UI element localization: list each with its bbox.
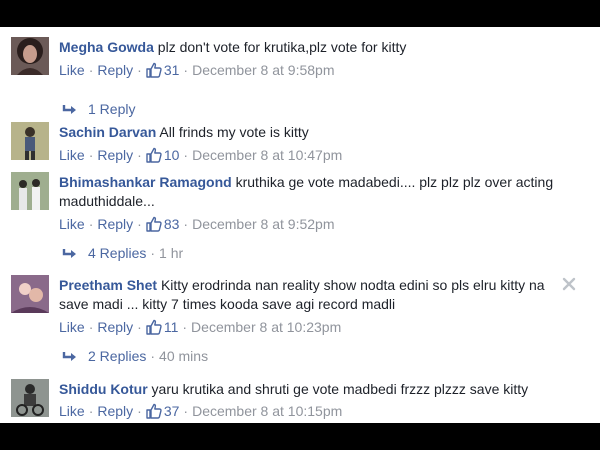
- avatar[interactable]: [11, 172, 49, 210]
- comment-text: Megha Gowda plz don't vote for krutika,p…: [59, 38, 559, 57]
- reply-button[interactable]: Reply: [97, 147, 133, 163]
- replies-count[interactable]: 4 Replies: [88, 245, 146, 261]
- separator: ·: [88, 147, 94, 163]
- reply-button[interactable]: Reply: [97, 62, 133, 78]
- comment-body: plz don't vote for krutika,plz vote for …: [157, 39, 407, 55]
- replies-time: 40 mins: [159, 348, 209, 364]
- separator: ·: [137, 403, 142, 419]
- comment-timestamp[interactable]: December 8 at 10:15pm: [192, 403, 342, 419]
- avatar[interactable]: [11, 379, 49, 417]
- reply-button[interactable]: Reply: [97, 319, 133, 335]
- like-count[interactable]: 37: [164, 403, 180, 419]
- separator: ·: [137, 147, 142, 163]
- separator: ·: [150, 245, 156, 261]
- avatar[interactable]: [11, 37, 49, 75]
- thumbs-up-icon[interactable]: [146, 319, 162, 335]
- replies-count[interactable]: 1 Reply: [88, 101, 135, 117]
- separator: ·: [137, 216, 142, 232]
- reply-button[interactable]: Reply: [97, 403, 133, 419]
- comment-actions: Like · Reply · 83 · December 8 at 9:52pm: [59, 215, 334, 233]
- separator: ·: [183, 147, 189, 163]
- comment-text: Sachin Darvan All frinds my vote is kitt…: [59, 123, 559, 142]
- comment-author[interactable]: Shiddu Kotur: [59, 381, 148, 397]
- like-count[interactable]: 11: [164, 319, 179, 335]
- like-button[interactable]: Like: [59, 216, 85, 232]
- reply-button[interactable]: Reply: [97, 216, 133, 232]
- like-button[interactable]: Like: [59, 62, 85, 78]
- reply-arrow-icon: [62, 248, 78, 260]
- separator: ·: [183, 216, 189, 232]
- reply-arrow-icon: [62, 351, 78, 363]
- like-button[interactable]: Like: [59, 147, 85, 163]
- separator: ·: [183, 62, 189, 78]
- close-icon[interactable]: [562, 277, 576, 291]
- comment-text: Shiddu Kotur yaru krutika and shruti ge …: [59, 380, 559, 399]
- comment-author[interactable]: Bhimashankar Ramagond: [59, 174, 232, 190]
- separator: ·: [88, 216, 94, 232]
- like-button[interactable]: Like: [59, 319, 85, 335]
- comment-author[interactable]: Sachin Darvan: [59, 124, 156, 140]
- separator: ·: [183, 403, 189, 419]
- view-replies-link[interactable]: 4 Replies · 1 hr: [62, 244, 183, 262]
- separator: ·: [88, 403, 94, 419]
- separator: ·: [182, 319, 188, 335]
- view-replies-link[interactable]: 2 Replies · 40 mins: [62, 347, 208, 365]
- comment-body: yaru krutika and shruti ge vote madbedi …: [151, 381, 529, 397]
- comment-author[interactable]: Megha Gowda: [59, 39, 154, 55]
- comment-actions: Like · Reply · 11 · December 8 at 10:23pm: [59, 318, 341, 336]
- thumbs-up-icon[interactable]: [146, 216, 162, 232]
- comment-body: All frinds my vote is kitty: [159, 124, 309, 140]
- comment-timestamp[interactable]: December 8 at 9:52pm: [192, 216, 334, 232]
- comment-timestamp[interactable]: December 8 at 9:58pm: [192, 62, 334, 78]
- reply-arrow-icon: [62, 104, 78, 116]
- comment-author[interactable]: Preetham Shet: [59, 277, 157, 293]
- separator: ·: [88, 62, 94, 78]
- like-button[interactable]: Like: [59, 403, 85, 419]
- like-count[interactable]: 83: [164, 216, 180, 232]
- separator: ·: [137, 62, 142, 78]
- avatar[interactable]: [11, 275, 49, 313]
- comment-timestamp[interactable]: December 8 at 10:23pm: [191, 319, 341, 335]
- thumbs-up-icon[interactable]: [146, 62, 162, 78]
- like-count[interactable]: 31: [164, 62, 180, 78]
- comment-text: Preetham Shet Kitty erodrinda nan realit…: [59, 276, 559, 314]
- comment-actions: Like · Reply · 37 · December 8 at 10:15pm: [59, 402, 342, 420]
- comment-text: Bhimashankar Ramagond kruthika ge vote m…: [59, 173, 559, 211]
- like-count[interactable]: 10: [164, 147, 180, 163]
- comments-panel: Megha Gowda plz don't vote for krutika,p…: [0, 27, 600, 423]
- comment-actions: Like · Reply · 10 · December 8 at 10:47pm: [59, 146, 342, 164]
- avatar[interactable]: [11, 122, 49, 160]
- comment-timestamp[interactable]: December 8 at 10:47pm: [192, 147, 342, 163]
- separator: ·: [88, 319, 94, 335]
- comment-actions: Like · Reply · 31 · December 8 at 9:58pm: [59, 61, 334, 79]
- separator: ·: [150, 348, 156, 364]
- thumbs-up-icon[interactable]: [146, 147, 162, 163]
- replies-count[interactable]: 2 Replies: [88, 348, 146, 364]
- view-replies-link[interactable]: 1 Reply: [62, 100, 135, 118]
- thumbs-up-icon[interactable]: [146, 403, 162, 419]
- replies-time: 1 hr: [159, 245, 184, 261]
- separator: ·: [137, 319, 142, 335]
